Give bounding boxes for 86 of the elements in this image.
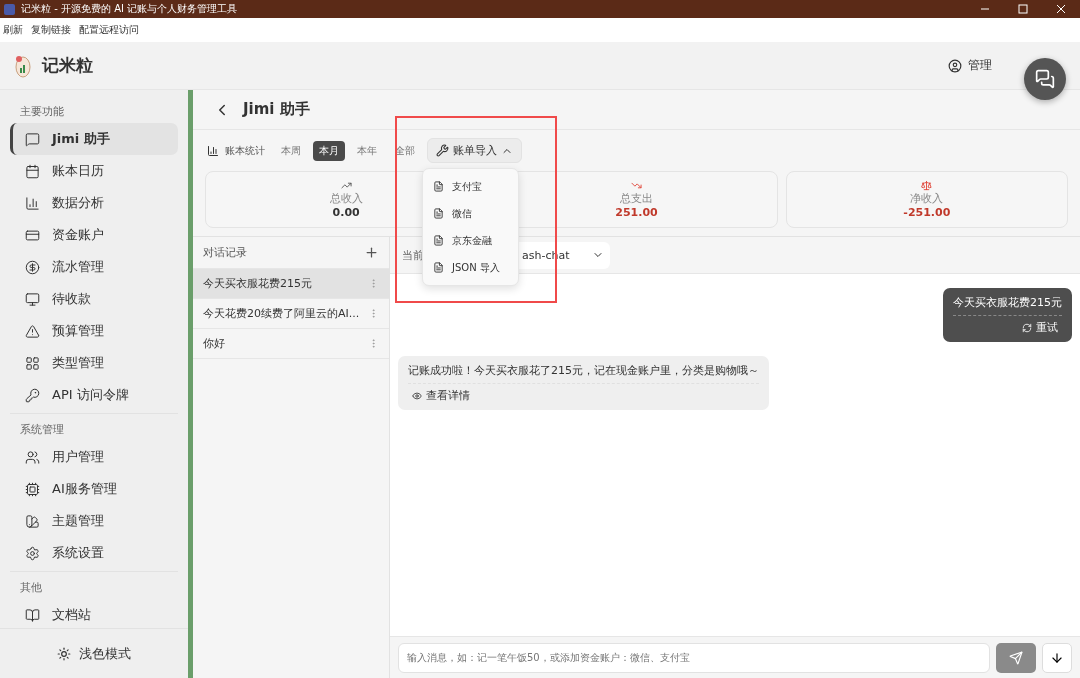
file-icon xyxy=(433,235,444,246)
nav-item[interactable]: Jimi 助手 xyxy=(10,123,178,155)
message-input[interactable]: 输入消息，如：记一笔午饭50，或添加资金账户：微信、支付宝 xyxy=(398,642,990,673)
nav-item[interactable]: 账本日历 xyxy=(10,155,178,187)
section-title: 主要功能 xyxy=(19,104,65,120)
message-text: 记账成功啦！今天买衣服花了215元，记在现金账户里，分类是购物哦～ xyxy=(408,364,759,377)
app-icon xyxy=(4,3,15,15)
stat-label: 净收入 xyxy=(910,191,944,206)
details-button[interactable]: 查看详情 xyxy=(408,384,474,403)
bar-chart-icon xyxy=(25,195,40,211)
menu-item[interactable]: 复制链接 xyxy=(31,23,71,37)
section-title: 系统管理 xyxy=(19,422,65,438)
monitor-icon xyxy=(25,291,40,307)
stat-value: 0.00 xyxy=(332,206,360,219)
settings-icon xyxy=(25,545,40,561)
nav-item[interactable]: API 访问令牌 xyxy=(10,379,178,411)
calendar-icon xyxy=(25,163,40,179)
nav-item[interactable]: 文档站 xyxy=(10,599,178,628)
menu-item[interactable]: 刷新 xyxy=(3,23,23,37)
menu-option[interactable]: 支付宝 xyxy=(427,173,514,200)
user-icon xyxy=(948,58,962,73)
nav-item[interactable]: 资金账户 xyxy=(10,219,178,251)
book-icon xyxy=(25,607,40,623)
import-button[interactable]: 账单导入 xyxy=(427,138,522,163)
nav-item[interactable]: 系统设置 xyxy=(10,537,178,569)
stat-value: -251.00 xyxy=(903,206,951,219)
send-button[interactable] xyxy=(996,642,1036,673)
file-icon xyxy=(433,262,444,273)
conversation-item[interactable]: 你好 xyxy=(193,329,389,359)
page-title: Jimi 助手 xyxy=(243,100,310,119)
palette-icon xyxy=(25,513,40,529)
eye-icon xyxy=(412,390,422,401)
user-menu[interactable]: 管理 xyxy=(948,57,992,74)
nav-item[interactable]: 类型管理 xyxy=(10,347,178,379)
scale-icon xyxy=(921,180,933,191)
wrench-icon xyxy=(436,144,449,157)
stats-label: 账本统计 xyxy=(225,143,265,158)
chip-icon xyxy=(25,481,40,497)
refresh-icon xyxy=(1022,322,1032,333)
add-icon[interactable] xyxy=(364,245,379,260)
stat-value: 251.00 xyxy=(615,206,658,219)
grid-icon xyxy=(25,355,40,371)
nav-item[interactable]: 待收款 xyxy=(10,283,178,315)
file-icon xyxy=(433,181,444,192)
card-icon xyxy=(25,227,40,243)
close-icon[interactable] xyxy=(1056,4,1066,14)
chat-icon xyxy=(1035,69,1055,89)
warning-icon xyxy=(25,323,40,339)
scroll-down-button[interactable] xyxy=(1042,642,1072,673)
users-icon xyxy=(25,449,40,465)
window-title: 记米粒 - 开源免费的 AI 记账与个人财务管理工具 xyxy=(21,2,238,16)
model-label: 当前 xyxy=(402,247,424,263)
dollar-icon xyxy=(25,259,40,275)
conversation-item[interactable]: 今天买衣服花费215元 xyxy=(193,269,389,299)
send-icon xyxy=(1009,650,1023,665)
stat-label: 总收入 xyxy=(329,191,363,206)
trend-up-icon xyxy=(340,180,352,191)
menu-option[interactable]: JSON 导入 xyxy=(427,254,514,281)
menu-option[interactable]: 微信 xyxy=(427,200,514,227)
period-tab[interactable]: 本月 xyxy=(313,140,345,161)
nav-item[interactable]: 数据分析 xyxy=(10,187,178,219)
menu-option[interactable]: 京东金融 xyxy=(427,227,514,254)
maximize-icon[interactable] xyxy=(1018,4,1028,14)
chat-icon xyxy=(25,131,40,147)
trend-down-icon xyxy=(631,180,642,191)
conversation-item[interactable]: 今天花费20续费了阿里云的AI... xyxy=(193,299,389,329)
sun-icon xyxy=(57,646,71,661)
app-name: 记米粒 xyxy=(42,54,93,77)
logo-icon xyxy=(14,53,32,78)
nav-item[interactable]: AI服务管理 xyxy=(10,473,178,505)
section-title: 其他 xyxy=(19,580,43,596)
stat-label: 总支出 xyxy=(620,191,653,206)
arrow-down-icon xyxy=(1050,650,1064,665)
panel-title: 对话记录 xyxy=(203,245,247,260)
nav-item[interactable]: 用户管理 xyxy=(10,441,178,473)
bar-chart-icon xyxy=(207,144,219,157)
menu-item[interactable]: 配置远程访问 xyxy=(79,23,139,37)
message-text: 今天买衣服花费215元 xyxy=(953,296,1062,309)
nav-item[interactable]: 流水管理 xyxy=(10,251,178,283)
period-tab[interactable]: 本周 xyxy=(275,140,307,161)
period-tab[interactable]: 本年 xyxy=(351,140,383,161)
nav-item[interactable]: 主题管理 xyxy=(10,505,178,537)
file-icon xyxy=(433,208,444,219)
retry-button[interactable]: 重试 xyxy=(1018,316,1062,335)
nav-item[interactable]: 预算管理 xyxy=(10,315,178,347)
key-icon xyxy=(25,387,40,403)
